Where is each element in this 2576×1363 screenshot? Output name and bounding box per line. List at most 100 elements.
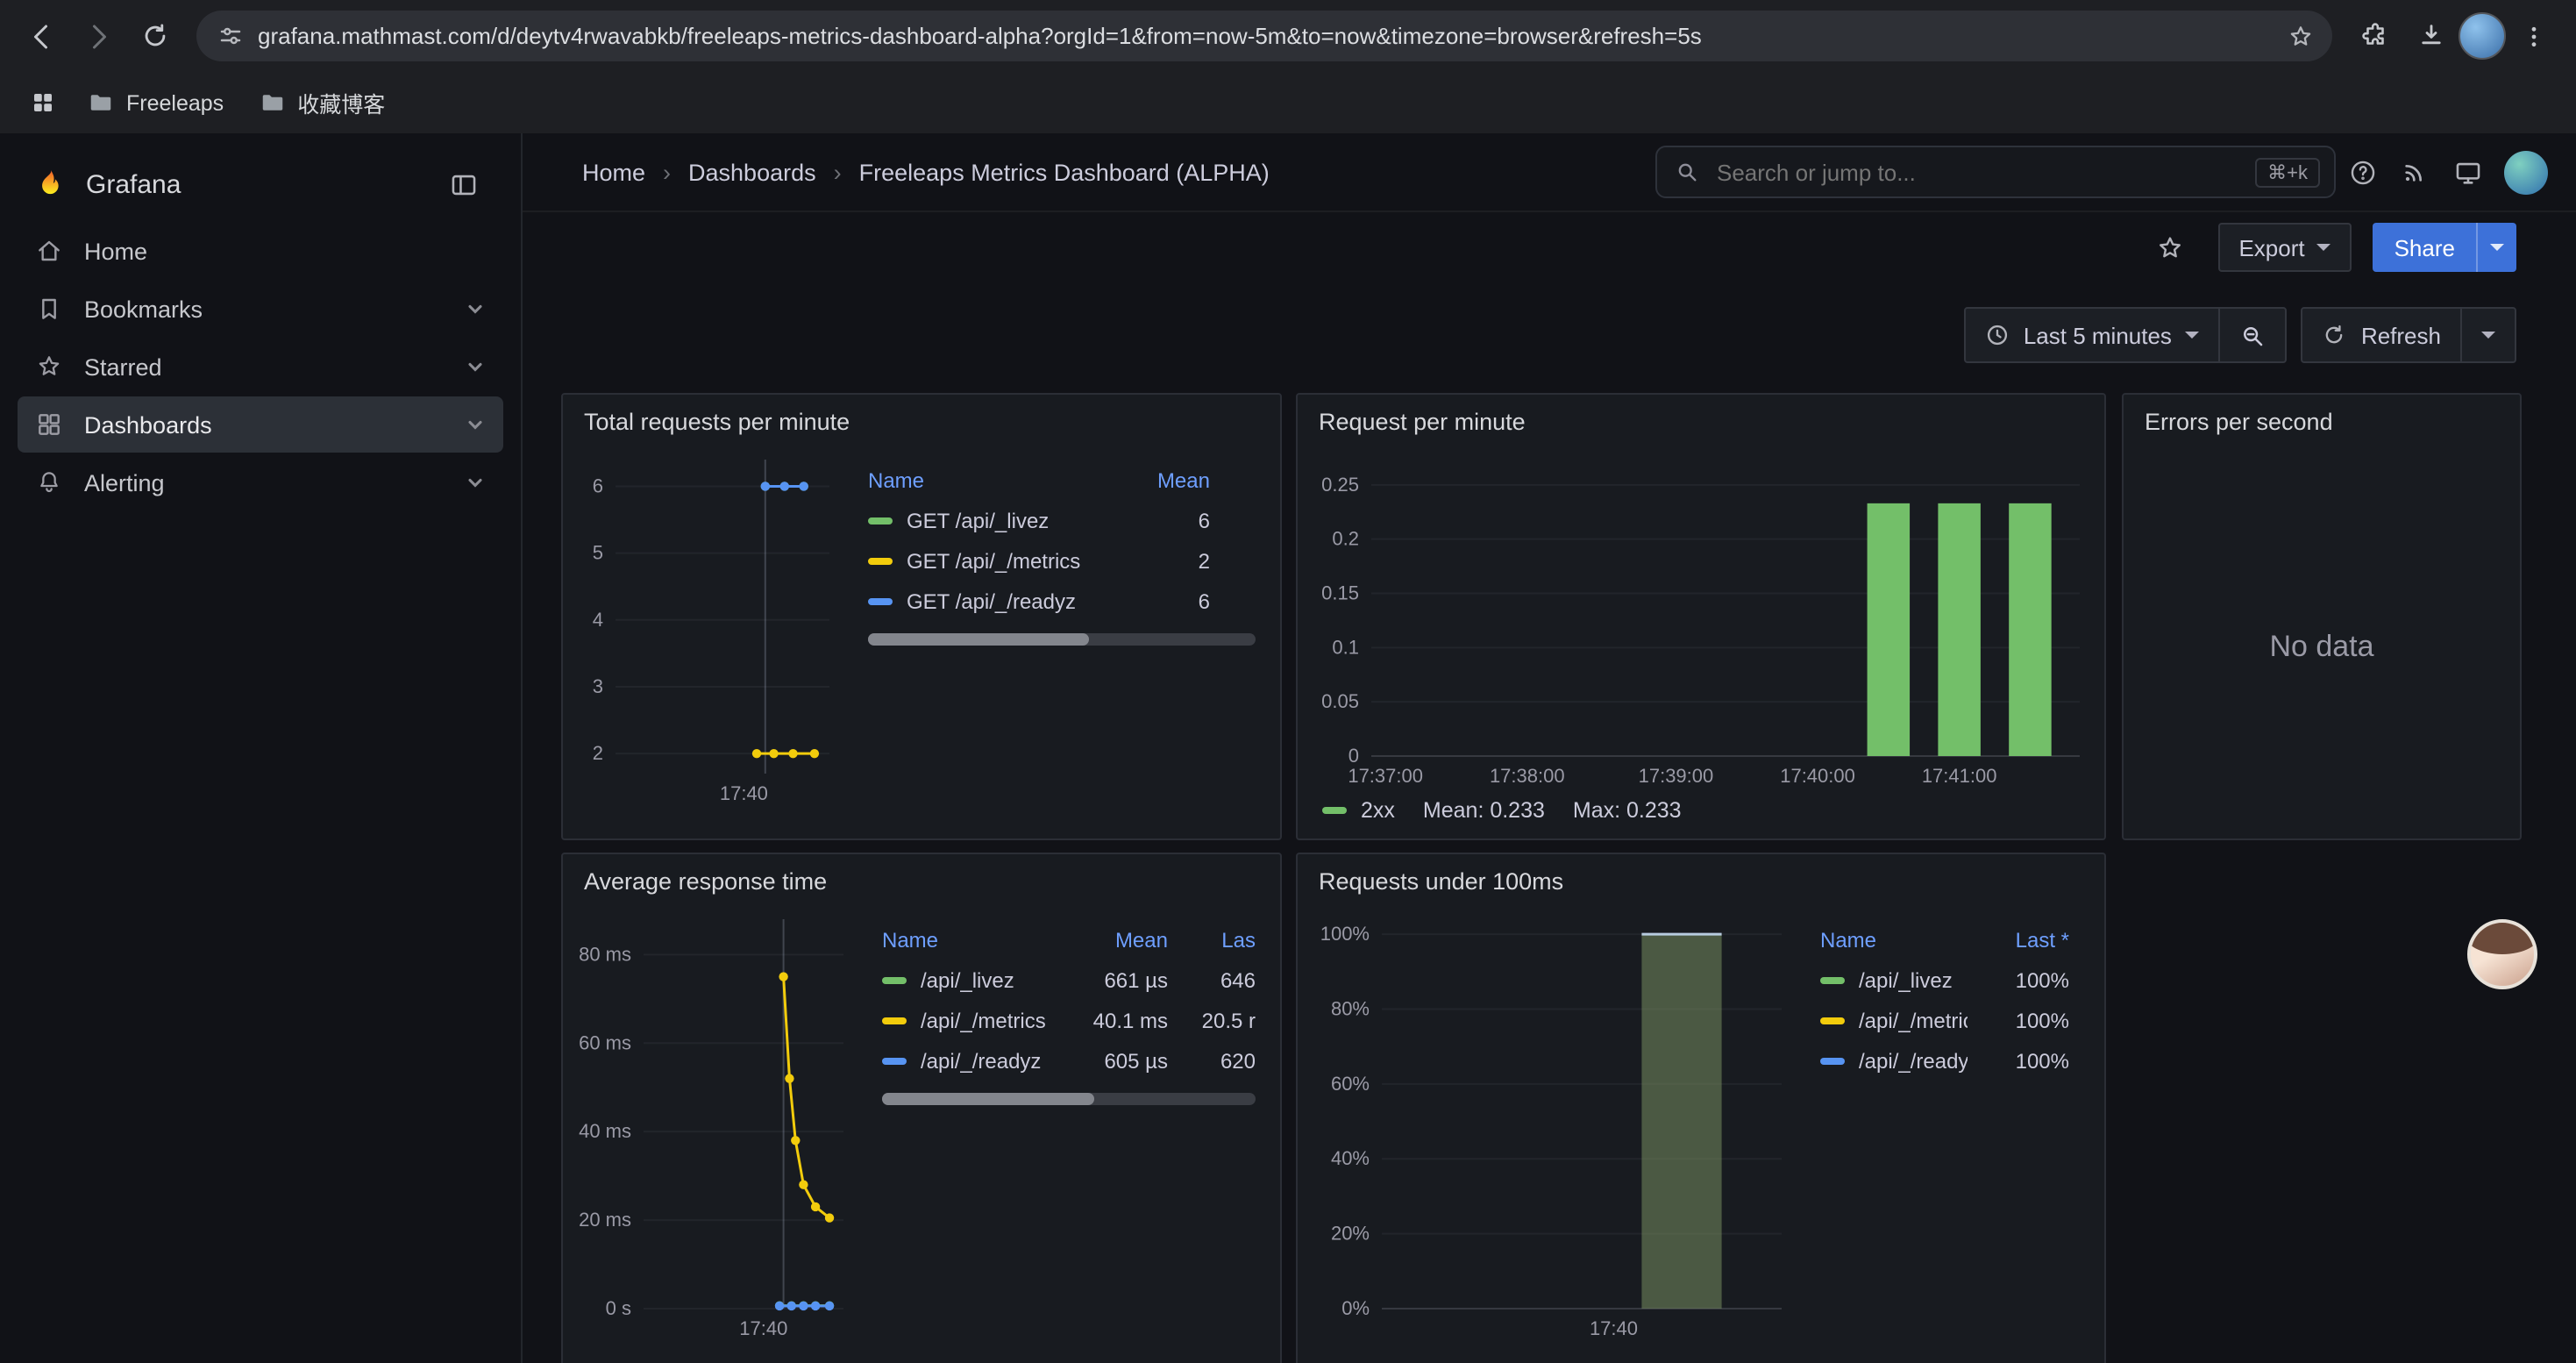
chevron-down-icon[interactable] <box>465 472 486 493</box>
series-name[interactable]: /api/_/readyz <box>1859 1048 1968 1073</box>
dock-sidebar-icon[interactable] <box>437 158 489 211</box>
series-last: 620 <box>1168 1048 1256 1073</box>
browser-menu-icon[interactable] <box>2506 8 2562 64</box>
panel-title[interactable]: Errors per second <box>2124 395 2520 442</box>
reload-button[interactable] <box>126 8 182 64</box>
legend-col-mean[interactable]: Mean <box>1119 467 1256 492</box>
breadcrumb-home[interactable]: Home <box>582 159 645 185</box>
rss-icon[interactable] <box>2388 146 2441 198</box>
sidebar-item-home[interactable]: Home <box>18 223 503 279</box>
search-box[interactable]: ⌘+k <box>1655 146 2336 198</box>
browser-toolbar: grafana.mathmast.com/d/deytv4rwavabkb/fr… <box>0 0 2576 72</box>
legend-series-2xx[interactable]: 2xx <box>1322 798 1395 823</box>
time-range-picker[interactable]: Last 5 minutes <box>1966 309 2219 361</box>
sidebar-item-bookmarks[interactable]: Bookmarks <box>18 281 503 337</box>
refresh-label: Refresh <box>2361 322 2441 348</box>
series-last: 100% <box>1968 1008 2080 1032</box>
grafana-user-avatar[interactable] <box>2504 150 2548 194</box>
series-swatch-yellow <box>868 557 893 564</box>
downloads-button[interactable] <box>2402 8 2459 64</box>
scrollbar-thumb[interactable] <box>868 633 1089 646</box>
share-button-group: Share <box>2373 223 2516 272</box>
extensions-icon[interactable] <box>2346 8 2402 64</box>
forward-button[interactable] <box>70 8 126 64</box>
sidebar-item-label: Alerting <box>84 469 165 496</box>
bookmark-star-icon[interactable] <box>2287 22 2315 50</box>
share-button[interactable]: Share <box>2373 223 2476 272</box>
back-button[interactable] <box>14 8 70 64</box>
series-swatch-yellow <box>882 1017 907 1024</box>
sidebar-item-dashboards[interactable]: Dashboards <box>18 396 503 453</box>
bookmark-label: 收藏博客 <box>297 86 385 119</box>
help-icon[interactable] <box>2336 146 2388 198</box>
panel-title[interactable]: Average response time <box>563 854 1280 902</box>
legend-scrollbar[interactable] <box>868 633 1256 646</box>
time-range-label: Last 5 minutes <box>2024 322 2172 348</box>
sidebar-item-alerting[interactable]: Alerting <box>18 454 503 510</box>
sidebar-item-starred[interactable]: Starred <box>18 339 503 395</box>
time-controls: Last 5 minutes Refresh <box>1964 307 2516 363</box>
floating-assistant-avatar[interactable] <box>2467 919 2537 989</box>
export-button[interactable]: Export <box>2217 223 2352 272</box>
monitor-icon[interactable] <box>2441 146 2494 198</box>
series-name[interactable]: GET /api/_livez <box>907 508 1049 532</box>
legend-col-name[interactable]: Name <box>868 467 1119 492</box>
requests-under-100ms-chart[interactable]: 0%20%40%60%80%100%17:40 <box>1312 902 1796 1344</box>
legend-col-last[interactable]: Las <box>1168 927 1256 952</box>
svg-text:17:41:00: 17:41:00 <box>1922 765 1997 787</box>
series-name[interactable]: /api/_/metrics <box>1859 1008 1968 1032</box>
legend-col-name[interactable]: Name <box>882 927 1056 952</box>
legend-scrollbar[interactable] <box>882 1093 1256 1105</box>
legend-col-last[interactable]: Last * <box>1968 927 2080 952</box>
panel-title[interactable]: Total requests per minute <box>563 395 1280 442</box>
series-name[interactable]: /api/_livez <box>921 967 1014 992</box>
legend-col-name[interactable]: Name <box>1820 927 1968 952</box>
search-input[interactable] <box>1713 157 2255 187</box>
series-name[interactable]: /api/_/metrics <box>921 1008 1046 1032</box>
total-requests-chart[interactable]: 2345617:40 <box>577 442 843 809</box>
svg-text:17:40: 17:40 <box>1590 1317 1638 1339</box>
panel-title[interactable]: Request per minute <box>1298 395 2104 442</box>
series-name[interactable]: /api/_/readyz <box>921 1048 1041 1073</box>
site-settings-icon[interactable] <box>217 23 244 49</box>
folder-icon <box>88 89 114 116</box>
legend-col-mean[interactable]: Mean <box>1056 927 1168 952</box>
series-name[interactable]: GET /api/_/readyz <box>907 589 1076 613</box>
refresh-interval-button[interactable] <box>2460 309 2515 361</box>
svg-text:40%: 40% <box>1331 1147 1370 1169</box>
screen: grafana.mathmast.com/d/deytv4rwavabkb/fr… <box>0 0 2576 1363</box>
bookmark-folder-freeleaps[interactable]: Freeleaps <box>74 82 238 123</box>
apps-grid-icon[interactable] <box>18 78 67 127</box>
svg-text:80 ms: 80 ms <box>579 943 631 965</box>
url-text[interactable]: grafana.mathmast.com/d/deytv4rwavabkb/fr… <box>258 23 2287 49</box>
url-bar[interactable]: grafana.mathmast.com/d/deytv4rwavabkb/fr… <box>196 11 2332 61</box>
svg-text:20 ms: 20 ms <box>579 1209 631 1231</box>
favorite-star-icon[interactable] <box>2144 221 2196 274</box>
series-swatch-green <box>1820 976 1845 983</box>
series-last: 100% <box>1968 1048 2080 1073</box>
breadcrumb-dashboards[interactable]: Dashboards <box>688 159 816 185</box>
svg-text:3: 3 <box>593 675 603 697</box>
avg-response-time-chart[interactable]: 0 s20 ms40 ms60 ms80 ms17:40 <box>577 902 857 1344</box>
refresh-icon <box>2323 323 2347 347</box>
refresh-button[interactable]: Refresh <box>2303 309 2460 361</box>
bookmark-folder-blogs[interactable]: 收藏博客 <box>245 79 399 126</box>
series-mean: 605 µs <box>1056 1048 1168 1073</box>
share-menu-button[interactable] <box>2476 223 2516 272</box>
series-name[interactable]: GET /api/_/metrics <box>907 548 1080 573</box>
svg-text:17:40: 17:40 <box>720 782 768 804</box>
scrollbar-thumb[interactable] <box>882 1093 1095 1105</box>
zoom-out-button[interactable] <box>2219 309 2286 361</box>
grafana-logo-icon[interactable] <box>32 166 68 203</box>
chevron-down-icon[interactable] <box>465 414 486 435</box>
series-name[interactable]: /api/_livez <box>1859 967 1953 992</box>
svg-text:20%: 20% <box>1331 1223 1370 1245</box>
svg-text:17:40: 17:40 <box>739 1317 787 1339</box>
legend-row: /api/_livez 661 µs 646 <box>882 960 1256 1000</box>
request-per-minute-chart[interactable]: 00.050.10.150.20.2517:37:0017:38:0017:39… <box>1312 454 2094 791</box>
legend-table: Name Mean GET /api/_livez 6 GET /api/_/m… <box>843 442 1263 812</box>
panel-title[interactable]: Requests under 100ms <box>1298 854 2104 902</box>
chevron-down-icon[interactable] <box>465 356 486 377</box>
browser-profile-avatar[interactable] <box>2459 12 2506 60</box>
chevron-down-icon[interactable] <box>465 298 486 319</box>
